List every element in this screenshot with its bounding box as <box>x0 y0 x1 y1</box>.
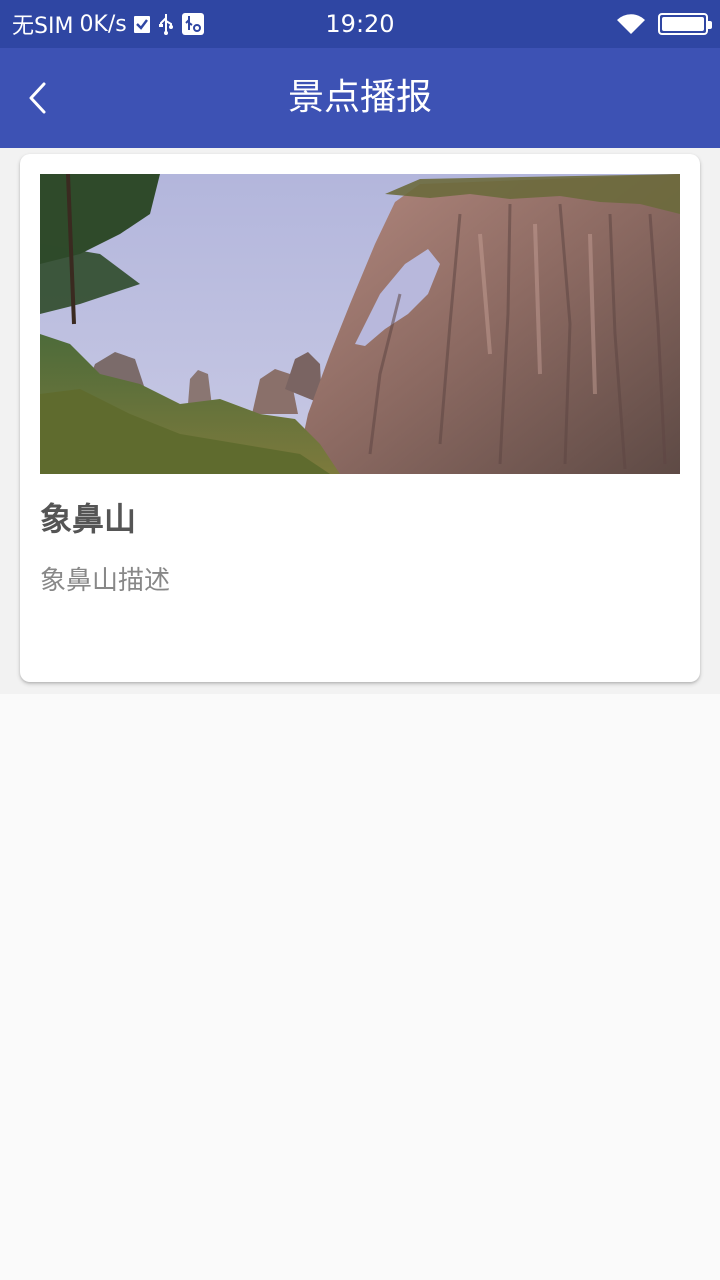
spot-description: 象鼻山描述 <box>40 566 171 596</box>
elephant-trunk-hill-photo <box>40 174 680 474</box>
page-title: 景点播报 <box>287 77 432 118</box>
status-bar-right <box>616 0 712 48</box>
spot-name: 象鼻山 <box>40 500 137 538</box>
status-bar: 无SIM 0K/s 19:20 <box>0 0 720 48</box>
app-bar: 景点播报 <box>0 48 720 148</box>
battery-fill <box>662 17 704 31</box>
empty-area <box>0 694 720 1280</box>
battery-icon <box>658 13 712 35</box>
status-time: 19:20 <box>325 10 395 38</box>
spot-photo <box>40 174 680 474</box>
spot-card[interactable]: 象鼻山 象鼻山描述 <box>20 154 700 682</box>
wifi-icon <box>616 12 646 36</box>
